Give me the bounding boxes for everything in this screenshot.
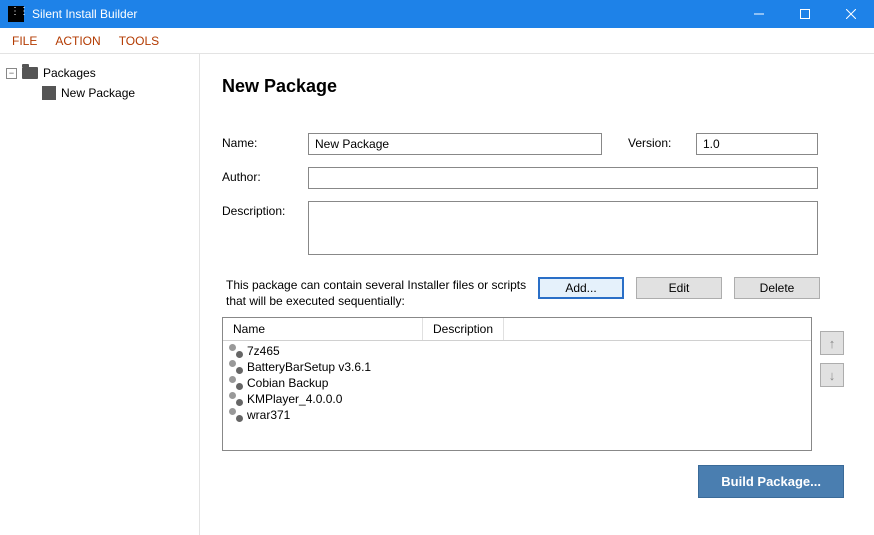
installer-icon: [229, 376, 243, 390]
author-input[interactable]: [308, 167, 818, 189]
installer-list[interactable]: Name Description 7z465 BatteryBarSetup v…: [222, 317, 812, 451]
window-title: Silent Install Builder: [32, 7, 736, 21]
version-label: Version:: [628, 133, 696, 150]
menu-file[interactable]: FILE: [12, 34, 37, 48]
list-body: 7z465 BatteryBarSetup v3.6.1 Cobian Back…: [223, 341, 811, 425]
list-item[interactable]: wrar371: [223, 407, 811, 423]
edit-button[interactable]: Edit: [636, 277, 722, 299]
list-item[interactable]: Cobian Backup: [223, 375, 811, 391]
menu-tools[interactable]: TOOLS: [119, 34, 159, 48]
installer-icon: [229, 392, 243, 406]
tree-item-new-package[interactable]: New Package: [0, 82, 199, 104]
list-item[interactable]: KMPlayer_4.0.0.0: [223, 391, 811, 407]
list-header: Name Description: [223, 318, 811, 341]
list-item-name: 7z465: [247, 344, 280, 358]
installer-icon: [229, 408, 243, 422]
tree-item-label: New Package: [61, 86, 135, 100]
list-item-name: wrar371: [247, 408, 290, 422]
menu-action[interactable]: ACTION: [55, 34, 100, 48]
installer-icon: [229, 360, 243, 374]
author-label: Author:: [222, 167, 308, 184]
list-item[interactable]: 7z465: [223, 343, 811, 359]
delete-button[interactable]: Delete: [734, 277, 820, 299]
description-label: Description:: [222, 201, 308, 218]
main-panel: New Package Name: Version: Author: Descr…: [200, 54, 874, 535]
installer-icon: [229, 344, 243, 358]
col-header-name[interactable]: Name: [223, 318, 423, 340]
maximize-button[interactable]: [782, 0, 828, 28]
minimize-button[interactable]: [736, 0, 782, 28]
sidebar: − Packages New Package: [0, 54, 200, 535]
build-package-button[interactable]: Build Package...: [698, 465, 844, 498]
menubar: FILE ACTION TOOLS: [0, 28, 874, 54]
list-item-name: BatteryBarSetup v3.6.1: [247, 360, 371, 374]
content-area: − Packages New Package New Package Name:…: [0, 54, 874, 535]
list-item-name: Cobian Backup: [247, 376, 328, 390]
tree-root-packages[interactable]: − Packages: [0, 64, 199, 82]
add-button[interactable]: Add...: [538, 277, 624, 299]
folder-icon: [22, 67, 38, 79]
move-up-button[interactable]: ↑: [820, 331, 844, 355]
app-icon: [8, 6, 24, 22]
name-input[interactable]: [308, 133, 602, 155]
move-down-button[interactable]: ↓: [820, 363, 844, 387]
installer-hint: This package can contain several Install…: [222, 277, 538, 309]
arrow-down-icon: ↓: [829, 368, 836, 383]
window-controls: [736, 0, 874, 28]
list-item[interactable]: BatteryBarSetup v3.6.1: [223, 359, 811, 375]
arrow-up-icon: ↑: [829, 336, 836, 351]
name-label: Name:: [222, 133, 308, 150]
titlebar: Silent Install Builder: [0, 0, 874, 28]
col-header-description[interactable]: Description: [423, 318, 504, 340]
package-icon: [42, 86, 56, 100]
page-title: New Package: [222, 76, 844, 97]
collapse-icon[interactable]: −: [6, 68, 17, 79]
description-input[interactable]: [308, 201, 818, 255]
list-item-name: KMPlayer_4.0.0.0: [247, 392, 342, 406]
version-input[interactable]: [696, 133, 818, 155]
close-button[interactable]: [828, 0, 874, 28]
tree-root-label: Packages: [43, 66, 96, 80]
